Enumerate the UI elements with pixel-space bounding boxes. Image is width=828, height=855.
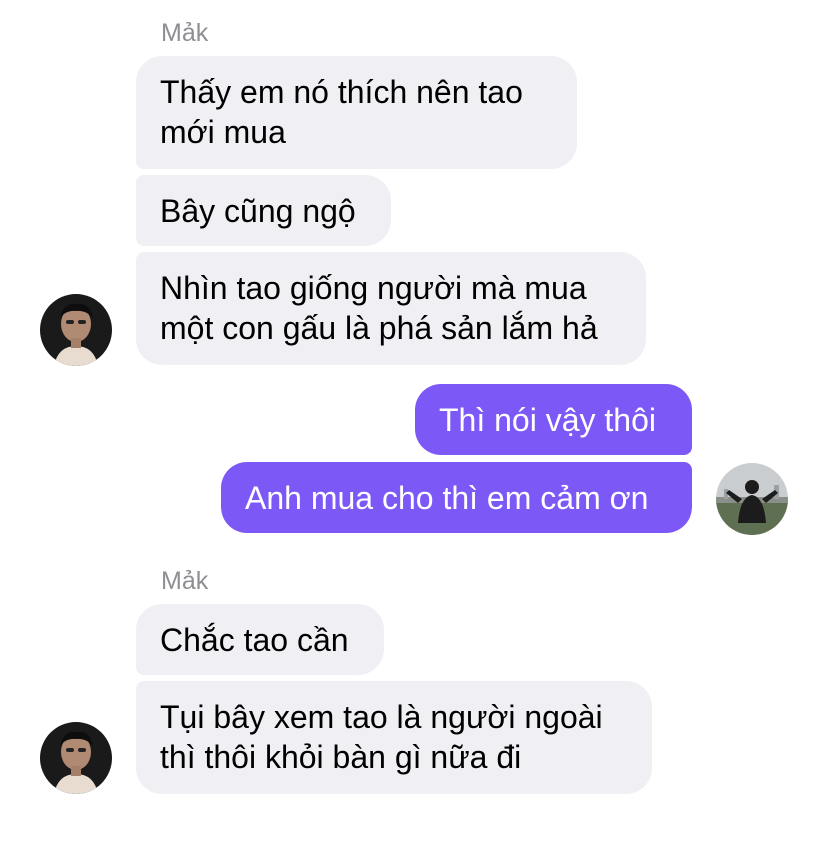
sender-name: Mảk <box>161 19 209 47</box>
message-bubble-incoming[interactable]: Nhìn tao giống người mà mua một con gấu … <box>136 252 646 365</box>
message-text-line: Thấy em nó thích nên tao <box>160 74 523 110</box>
self-avatar-icon[interactable] <box>716 463 788 535</box>
message-bubble-incoming[interactable]: Thấy em nó thích nên tao mới mua <box>136 56 577 169</box>
message-text-line: Chắc tao cần <box>160 622 349 658</box>
sender-name: Mảk <box>161 567 209 595</box>
message-text-line: Tụi bây xem tao là người ngoài <box>160 699 603 735</box>
contact-avatar-icon[interactable] <box>40 722 112 794</box>
message-bubble-outgoing[interactable]: Thì nói vậy thôi <box>415 384 692 455</box>
message-text-line: Thì nói vậy thôi <box>439 402 656 438</box>
message-text-line: Anh mua cho thì em cảm ơn <box>245 480 649 516</box>
message-bubble-incoming[interactable]: Chắc tao cần <box>136 604 384 675</box>
message-bubble-incoming[interactable]: Bây cũng ngộ <box>136 175 391 246</box>
message-text-line: một con gấu là phá sản lắm hả <box>160 310 598 346</box>
message-bubble-incoming[interactable]: Tụi bây xem tao là người ngoài thì thôi … <box>136 681 652 794</box>
message-text-line: Nhìn tao giống người mà mua <box>160 270 587 306</box>
message-bubble-outgoing[interactable]: Anh mua cho thì em cảm ơn <box>221 462 692 533</box>
message-text-line: mới mua <box>160 114 286 150</box>
message-text-line: Bây cũng ngộ <box>160 193 356 229</box>
message-text-line: thì thôi khỏi bàn gì nữa đi <box>160 739 522 775</box>
contact-avatar-icon[interactable] <box>40 294 112 366</box>
